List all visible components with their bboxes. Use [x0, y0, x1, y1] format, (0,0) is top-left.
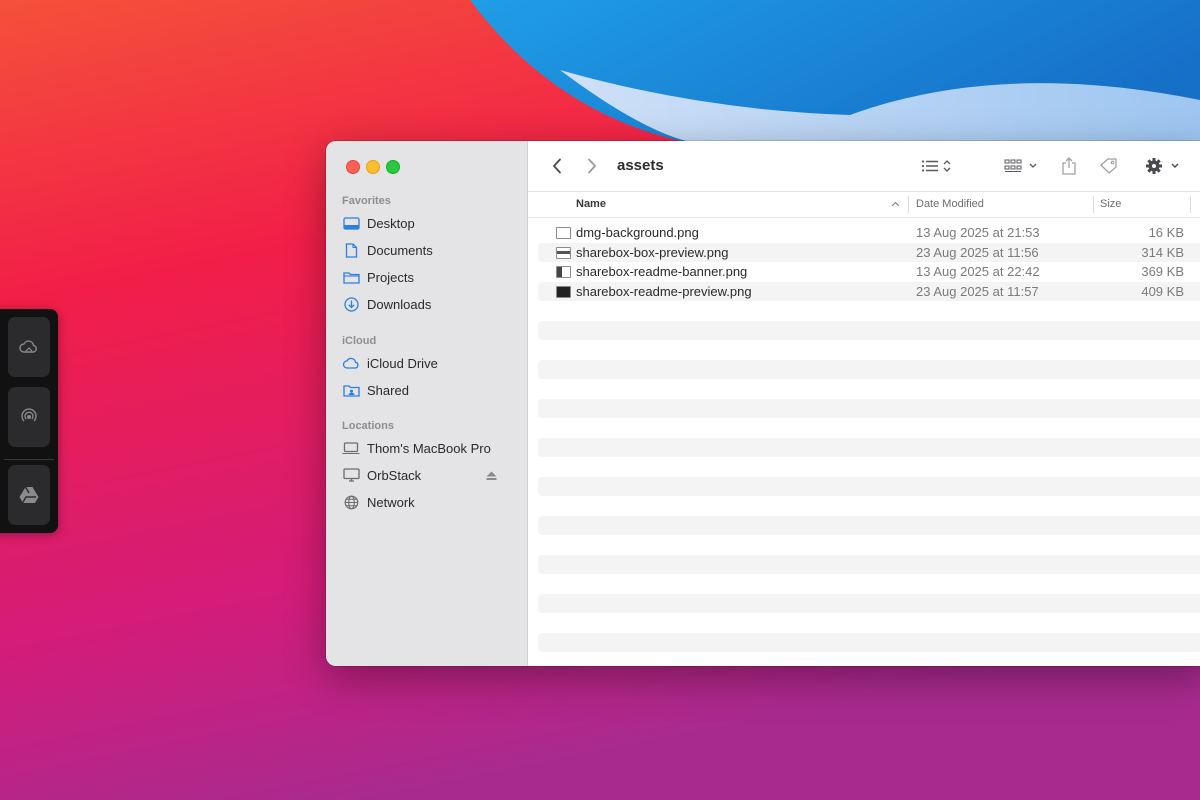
column-divider[interactable] [1093, 196, 1094, 213]
file-size: 314 KB [1141, 245, 1184, 260]
file-size: 369 KB [1141, 264, 1184, 279]
file-row[interactable]: sharebox-readme-preview.png 23 Aug 2025 … [538, 282, 1200, 301]
empty-row [538, 594, 1200, 613]
tag-icon [1100, 158, 1117, 174]
file-row[interactable]: sharebox-readme-banner.png 13 Aug 2025 a… [538, 262, 1200, 281]
google-drive-dock-button[interactable] [8, 465, 50, 525]
sidebar-item-network[interactable]: Network [342, 491, 517, 513]
forward-button[interactable] [583, 155, 601, 177]
file-date: 13 Aug 2025 at 21:53 [916, 225, 1040, 240]
sidebar-item-macbook[interactable]: Thom's MacBook Pro [342, 437, 517, 459]
name-column-header[interactable]: Name [576, 198, 606, 210]
file-row[interactable]: sharebox-box-preview.png 23 Aug 2025 at … [538, 243, 1200, 262]
file-size: 16 KB [1148, 225, 1184, 240]
zoom-button[interactable] [386, 160, 400, 174]
dock-separator [4, 459, 54, 460]
empty-row [538, 360, 1200, 379]
shared-folder-icon [342, 384, 360, 397]
image-file-icon [556, 247, 571, 259]
file-browser: assets Name Date Modified Size dmg-backg… [528, 141, 1200, 666]
column-divider[interactable] [1190, 196, 1191, 213]
sidebar-item-label: Documents [367, 242, 433, 258]
sidebar-item-orbstack[interactable]: OrbStack [342, 464, 517, 486]
file-date: 23 Aug 2025 at 11:56 [916, 245, 1039, 260]
finder-window: Favorites Desktop Documents Projects Dow… [326, 141, 1200, 666]
image-file-icon [556, 227, 571, 239]
sidebar-item-label: Shared [367, 382, 409, 398]
folder-icon [342, 271, 360, 284]
image-file-icon [556, 286, 571, 298]
back-button[interactable] [548, 155, 566, 177]
gear-icon [1146, 158, 1179, 174]
sort-ascending-icon [891, 201, 900, 207]
airdrop-dock-button[interactable] [8, 387, 50, 447]
file-name: sharebox-readme-preview.png [576, 284, 752, 299]
empty-row [538, 516, 1200, 535]
sidebar-item-label: OrbStack [367, 467, 422, 483]
sidebar-item-documents[interactable]: Documents [342, 239, 517, 261]
file-size: 409 KB [1141, 284, 1184, 299]
side-dock [0, 309, 58, 533]
sidebar-item-projects[interactable]: Projects [342, 266, 517, 288]
sidebar-item-label: Thom's MacBook Pro [367, 440, 491, 456]
download-icon [343, 296, 359, 312]
sidebar-item-label: iCloud Drive [367, 355, 438, 371]
sidebar-item-shared[interactable]: Shared [342, 379, 517, 401]
desktop-icon [342, 216, 360, 230]
cloud-icon [342, 357, 359, 369]
sidebar-heading-locations: Locations [342, 420, 394, 432]
sidebar-item-icloud-drive[interactable]: iCloud Drive [342, 352, 517, 374]
empty-row [538, 399, 1200, 418]
sidebar-item-label: Desktop [367, 215, 415, 231]
sidebar-item-label: Downloads [367, 296, 432, 312]
google-drive-icon [19, 486, 39, 504]
chevron-right-icon [588, 158, 597, 174]
display-icon [342, 468, 360, 482]
sidebar-item-label: Projects [367, 269, 414, 285]
file-name: dmg-background.png [576, 225, 699, 240]
minimize-button[interactable] [366, 160, 380, 174]
list-view-icon [921, 160, 951, 172]
empty-row [538, 477, 1200, 496]
sidebar: Favorites Desktop Documents Projects Dow… [326, 141, 528, 666]
date-column-header[interactable]: Date Modified [916, 198, 984, 210]
size-column-header[interactable]: Size [1100, 198, 1121, 210]
chevron-left-icon [552, 158, 561, 174]
column-divider[interactable] [908, 196, 909, 213]
empty-row [538, 321, 1200, 340]
share-icon [1062, 157, 1076, 175]
file-name: sharebox-box-preview.png [576, 245, 729, 260]
file-name: sharebox-readme-banner.png [576, 264, 748, 279]
file-date: 13 Aug 2025 at 22:42 [916, 264, 1040, 279]
empty-row [538, 555, 1200, 574]
image-file-icon [556, 266, 571, 278]
globe-icon [344, 495, 358, 509]
eject-icon [486, 471, 497, 480]
column-header: Name Date Modified Size [528, 192, 1200, 218]
share-button[interactable] [1059, 155, 1079, 177]
close-button[interactable] [346, 160, 360, 174]
group-button[interactable] [1002, 155, 1042, 177]
airdrop-icon [21, 408, 37, 422]
view-options-button[interactable] [918, 155, 958, 177]
sidebar-item-desktop[interactable]: Desktop [342, 212, 517, 234]
file-row[interactable]: dmg-background.png 13 Aug 2025 at 21:53 … [538, 223, 1200, 242]
sidebar-heading-icloud: iCloud [342, 335, 377, 347]
empty-row [538, 438, 1200, 457]
sidebar-item-label: Network [367, 494, 415, 510]
file-date: 23 Aug 2025 at 11:57 [916, 284, 1039, 299]
document-icon [345, 242, 357, 258]
action-menu-button[interactable] [1144, 155, 1186, 177]
laptop-icon [342, 441, 360, 454]
cloud-icon [19, 340, 37, 353]
window-title: assets [617, 157, 664, 174]
empty-row [538, 633, 1200, 652]
sidebar-heading-favorites: Favorites [342, 195, 391, 207]
grid-view-icon [1004, 159, 1037, 172]
sidebar-item-downloads[interactable]: Downloads [342, 293, 517, 315]
toolbar: assets [528, 141, 1200, 192]
tag-button[interactable] [1098, 155, 1120, 177]
cloud-dock-button[interactable] [8, 317, 50, 377]
eject-button[interactable] [486, 469, 497, 484]
